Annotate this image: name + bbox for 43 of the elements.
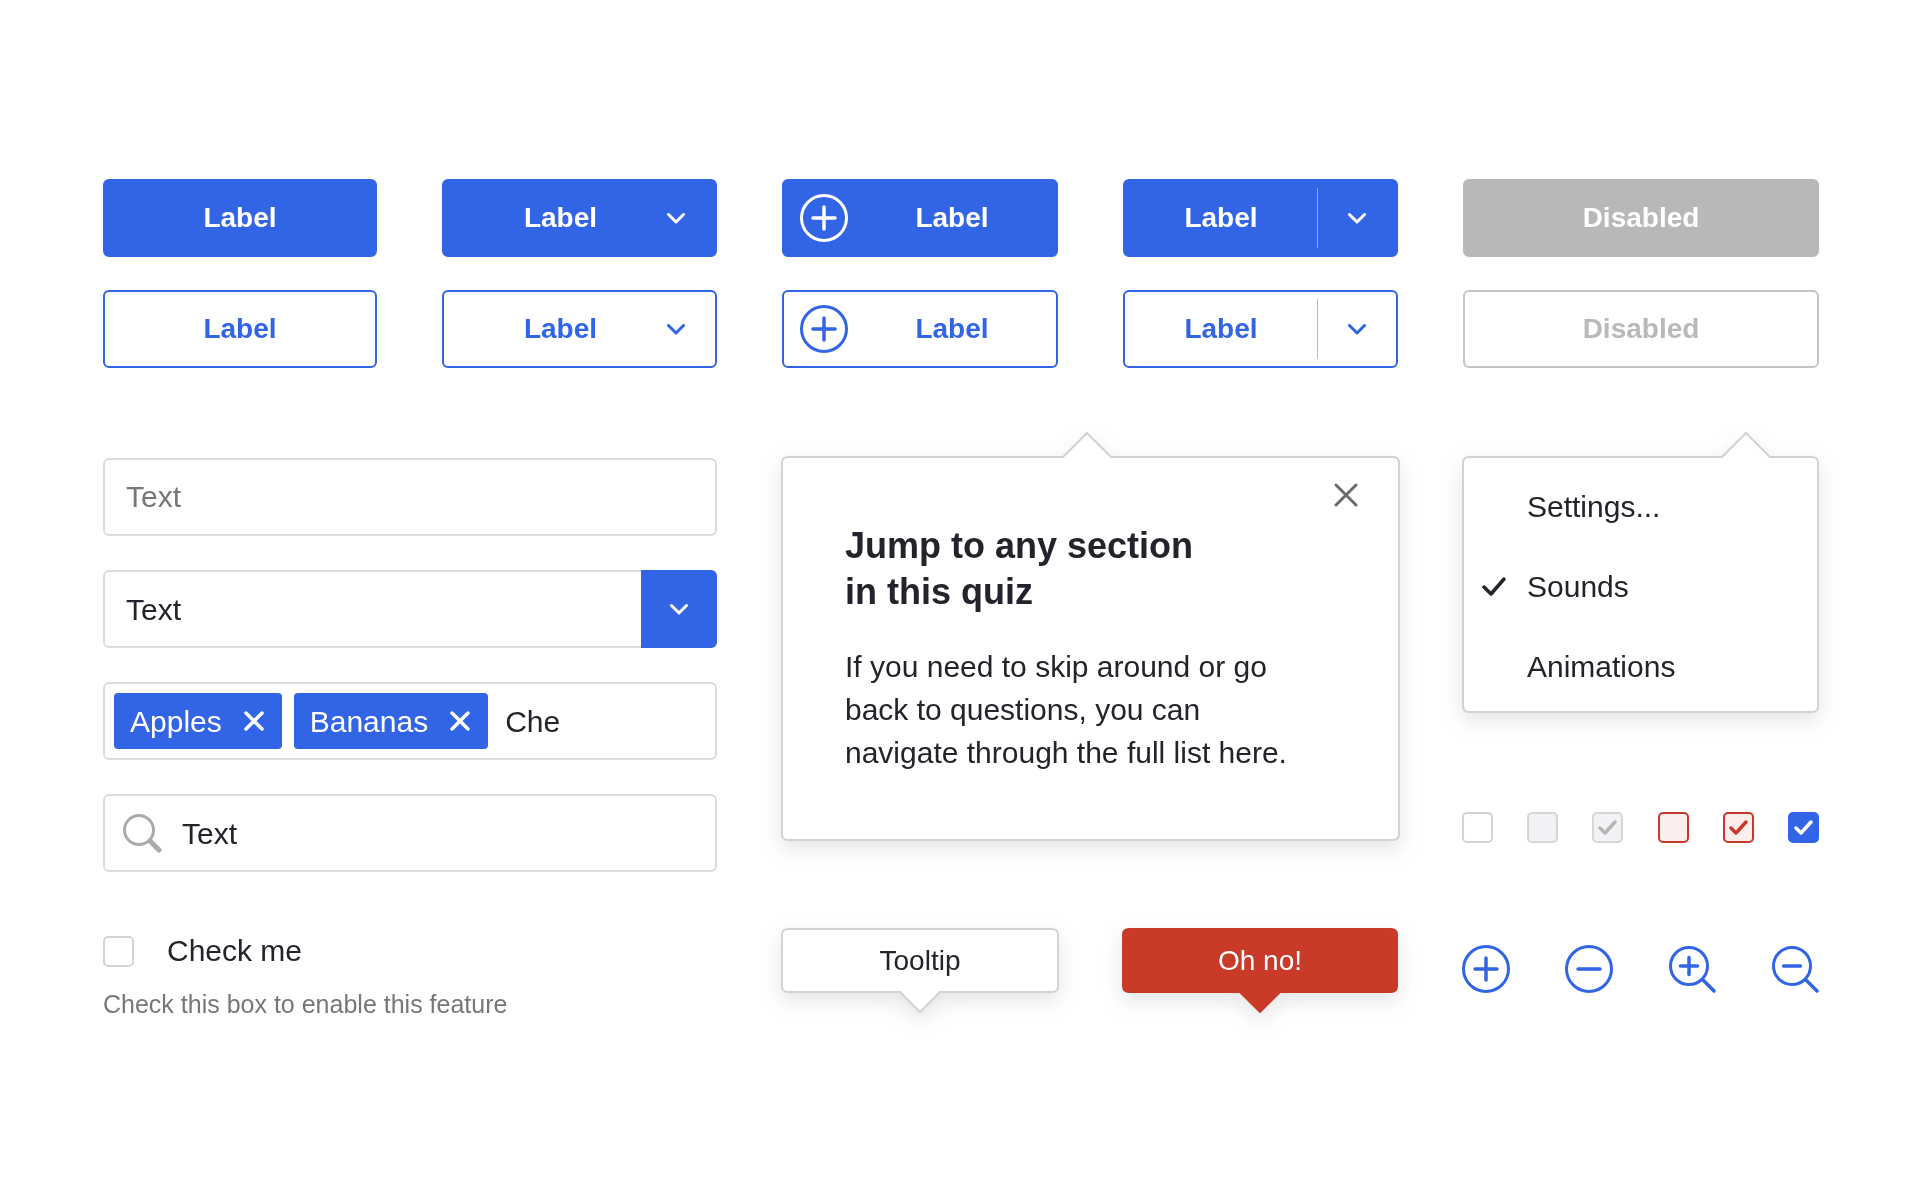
checkmark-icon (1728, 820, 1748, 835)
chevron-down-icon (667, 212, 685, 224)
search-icon (122, 813, 162, 853)
checkmark-icon (1482, 576, 1506, 596)
checkbox[interactable] (1722, 812, 1754, 843)
add-button[interactable]: Label (782, 179, 1058, 257)
button[interactable]: Label (103, 290, 377, 368)
zoom-out-icon[interactable] (1771, 945, 1819, 993)
popover-body: If you need to skip around or go back to questions, you can navigate through the full list here. (845, 649, 1288, 771)
zoom-in-icon[interactable] (1668, 945, 1716, 993)
search-field[interactable]: Text (103, 794, 717, 872)
checkbox-label: Check me (167, 933, 303, 969)
text-field[interactable]: Text (103, 458, 717, 536)
split-button[interactable]: Label (1123, 290, 1398, 368)
checkmark-icon (1793, 820, 1813, 835)
checkbox[interactable] (1657, 812, 1689, 843)
dropdown-button[interactable]: Label (442, 179, 717, 257)
chevron-down-icon (1348, 323, 1366, 335)
chevron-down-icon (667, 323, 685, 335)
popover-title: Jump to any section in this quiz (845, 524, 1195, 614)
chevron-down-icon (1348, 212, 1366, 224)
plus-circle-icon (800, 305, 848, 353)
helper-text: Check this box to enable this feature (103, 989, 508, 1019)
menu-item[interactable]: Animations (1462, 626, 1819, 706)
plus-circle-icon[interactable] (1462, 945, 1510, 993)
tooltip: Tooltip (781, 928, 1059, 1013)
menu-item[interactable]: Sounds (1462, 546, 1819, 626)
tag-label: Apples (130, 703, 222, 740)
checkmark-icon (1598, 820, 1618, 835)
add-button[interactable]: Label (782, 290, 1058, 368)
button[interactable]: Label (103, 179, 377, 257)
close-icon[interactable] (1334, 483, 1358, 507)
tooltip: Oh no! (1122, 928, 1398, 1013)
chevron-down-icon (670, 603, 688, 615)
checkbox[interactable] (1787, 812, 1819, 843)
select-field[interactable]: Text (103, 570, 717, 648)
dropdown-toggle[interactable] (641, 570, 717, 648)
minus-circle-icon[interactable] (1565, 945, 1613, 993)
dropdown-button[interactable]: Label (442, 290, 717, 368)
menu-item[interactable]: Settings... (1462, 466, 1819, 546)
plus-circle-icon (800, 194, 848, 242)
split-button[interactable]: Label (1123, 179, 1398, 257)
tag-label: Bananas (309, 703, 429, 740)
